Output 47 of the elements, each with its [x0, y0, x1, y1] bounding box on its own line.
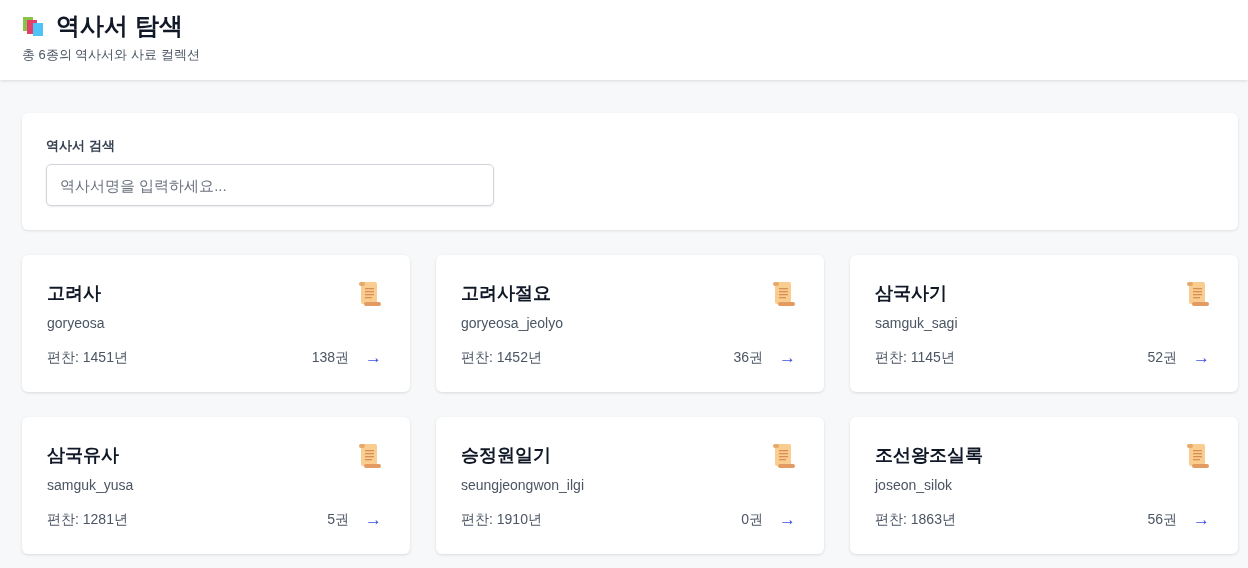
- search-field[interactable]: 역사서명을 입력하세요...: [46, 164, 494, 206]
- volume-count: 52권: [1147, 349, 1177, 367]
- book-title: 승정원일기: [461, 444, 552, 467]
- book-code: samguk_yusa: [47, 477, 134, 493]
- volume-count: 138권: [311, 349, 349, 367]
- volume-count: 5권: [327, 511, 349, 529]
- book-code: joseon_silok: [875, 477, 954, 493]
- scroll-icon: [772, 281, 796, 307]
- compiled-year: 편찬: 1910년: [461, 511, 542, 529]
- search-label: 역사서 검색: [46, 137, 116, 155]
- compiled-year: 편찬: 1281년: [47, 511, 128, 529]
- scroll-icon: [772, 443, 796, 469]
- book-card[interactable]: 삼국유사 samguk_yusa 편찬: 1281년 5권 →: [22, 417, 410, 554]
- page-subtitle: 총 6종의 역사서와 사료 컬렉션: [22, 46, 201, 64]
- book-code: goryeosa: [47, 315, 105, 331]
- compiled-year: 편찬: 1451년: [47, 349, 128, 367]
- scroll-icon: [1186, 443, 1210, 469]
- compiled-year: 편찬: 1863년: [875, 511, 956, 529]
- page-title: 역사서 탐색: [56, 11, 183, 41]
- scroll-icon: [358, 281, 382, 307]
- arrow-link[interactable]: →: [1193, 510, 1210, 530]
- compiled-year: 편찬: 1145년: [875, 349, 955, 367]
- arrow-link[interactable]: →: [365, 510, 382, 530]
- book-code: samguk_sagi: [875, 315, 958, 331]
- arrow-link[interactable]: →: [1193, 348, 1210, 368]
- compiled-year: 편찬: 1452년: [461, 349, 542, 367]
- book-card[interactable]: 삼국사기 samguk_sagi 편찬: 1145년 52권 →: [850, 255, 1238, 392]
- book-card[interactable]: 고려사 goryeosa 편찬: 1451년 138권 →: [22, 255, 410, 392]
- arrow-link[interactable]: →: [779, 510, 796, 530]
- scroll-icon: [358, 443, 382, 469]
- arrow-link[interactable]: →: [365, 348, 382, 368]
- scroll-icon: [1186, 281, 1210, 307]
- volume-count: 56권: [1147, 511, 1177, 529]
- book-card[interactable]: 고려사절요 goryeosa_jeolyo 편찬: 1452년 36권 →: [436, 255, 824, 392]
- book-title: 고려사: [47, 282, 102, 305]
- book-code: seungjeongwon_ilgi: [461, 477, 584, 493]
- book-title: 조선왕조실록: [875, 444, 983, 467]
- volume-count: 36권: [733, 349, 763, 367]
- volume-count: 0권: [741, 511, 763, 529]
- arrow-link[interactable]: →: [779, 348, 796, 368]
- book-title: 삼국사기: [875, 282, 948, 305]
- books-icon: [22, 15, 46, 37]
- book-card[interactable]: 조선왕조실록 joseon_silok 편찬: 1863년 56권 →: [850, 417, 1238, 554]
- book-code: goryeosa_jeolyo: [461, 315, 563, 331]
- book-title: 삼국유사: [47, 444, 120, 467]
- book-title: 고려사절요: [461, 282, 552, 305]
- book-card[interactable]: 승정원일기 seungjeongwon_ilgi 편찬: 1910년 0권 →: [436, 417, 824, 554]
